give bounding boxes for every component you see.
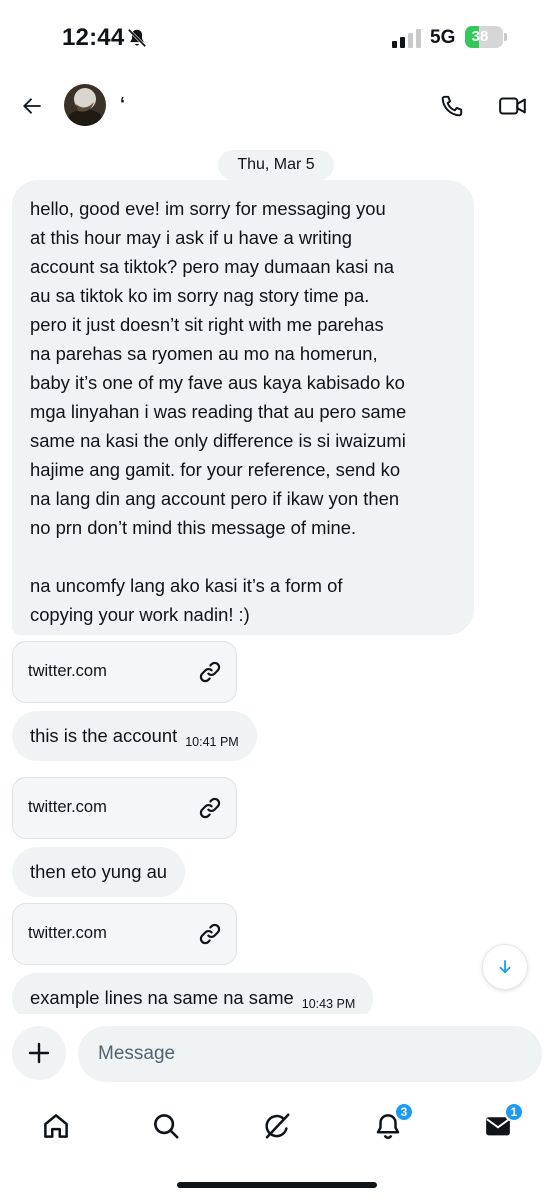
message-line: no prn don’t mind this message of mine. (30, 517, 357, 538)
battery-icon: 38 (465, 26, 507, 48)
link-icon (199, 923, 221, 945)
home-icon (44, 1114, 68, 1138)
date-separator: Thu, Mar 5 (218, 150, 334, 180)
cellular-signal-icon (392, 29, 421, 48)
video-camera-icon (499, 97, 526, 115)
avatar-image (64, 84, 106, 126)
message-line: baby it’s one of my fave aus kaya kabisa… (30, 372, 405, 393)
avatar[interactable] (64, 84, 106, 126)
message-line (30, 542, 456, 571)
message-timestamp: 10:43 PM (301, 997, 356, 1011)
link-icon (199, 661, 221, 683)
tab-grok[interactable] (257, 1106, 297, 1146)
message-line: na lang din ang account pero if ikaw yon… (30, 488, 400, 509)
conversation-header: ‘ (0, 74, 554, 140)
status-clock: 12:44 (62, 24, 125, 51)
message-line: hajime ang gamit. for your reference, se… (30, 459, 401, 480)
message-thread[interactable]: Thu, Mar 5 hello, good eve! im sorry for… (0, 140, 554, 1014)
scroll-to-bottom-button[interactable] (482, 944, 528, 990)
link-preview-card[interactable]: twitter.com (12, 641, 237, 703)
link-domain: twitter.com (28, 662, 107, 680)
message-timestamp: 10:41 PM (185, 735, 239, 749)
tab-search[interactable] (146, 1106, 186, 1146)
message-line: copying your work nadin! :) (30, 604, 250, 625)
message-bubble[interactable]: example lines na same na same 10:43 PM (12, 973, 374, 1014)
search-icon (154, 1114, 179, 1139)
contact-name[interactable]: ‘ (120, 94, 125, 115)
message-composer (0, 1014, 554, 1094)
home-indicator (177, 1182, 377, 1188)
message-text: this is the account (30, 725, 178, 746)
message-text: example lines na same na same (30, 987, 294, 1008)
messages-badge: 1 (504, 1102, 524, 1122)
arrow-down-icon (499, 960, 511, 974)
back-arrow-icon (23, 98, 41, 114)
grok-icon (265, 1113, 290, 1139)
message-line: hello, good eve! im sorry for messaging … (30, 198, 386, 219)
message-line: at this hour may i ask if u have a writi… (30, 227, 352, 248)
link-domain: twitter.com (28, 924, 107, 942)
link-domain: twitter.com (28, 798, 107, 816)
message-bubble[interactable]: then eto yung au (12, 847, 186, 897)
message-line: pero it just doesn’t sit right with me p… (30, 314, 384, 335)
plus-icon (28, 1042, 50, 1064)
message-line: same na kasi the only difference is si i… (30, 430, 406, 451)
tab-home[interactable] (36, 1106, 76, 1146)
notifications-badge: 3 (394, 1102, 414, 1122)
message-line: mga linyahan i was reading that au pero … (30, 401, 407, 422)
status-bar: 12:44 5G 38 (0, 0, 554, 74)
bell-off-icon (127, 28, 147, 48)
message-line: na parehas sa ryomen au mo na homerun, (30, 343, 378, 364)
link-icon (199, 797, 221, 819)
add-media-button[interactable] (12, 1026, 66, 1080)
video-call-button[interactable] (494, 88, 532, 124)
tab-notifications[interactable]: 3 (368, 1102, 414, 1146)
voice-call-button[interactable] (434, 88, 470, 124)
message-bubble[interactable]: hello, good eve! im sorry for messaging … (12, 180, 474, 635)
message-line: account sa tiktok? pero may dumaan kasi … (30, 256, 394, 277)
battery-percent: 38 (471, 28, 489, 45)
link-preview-card[interactable]: twitter.com (12, 903, 237, 965)
message-bubble[interactable]: this is the account 10:41 PM (12, 711, 257, 761)
link-preview-card[interactable]: twitter.com (12, 777, 237, 839)
message-input[interactable] (78, 1026, 542, 1082)
phone-icon (441, 95, 463, 117)
network-type: 5G (430, 27, 456, 48)
back-button[interactable] (14, 88, 50, 124)
message-line: au sa tiktok ko im sorry nag story time … (30, 285, 370, 306)
bottom-tab-bar: 3 1 (0, 1094, 554, 1200)
message-line: na uncomfy lang ako kasi it’s a form of (30, 575, 343, 596)
message-text: then eto yung au (30, 861, 168, 882)
tab-messages[interactable]: 1 (478, 1102, 524, 1146)
